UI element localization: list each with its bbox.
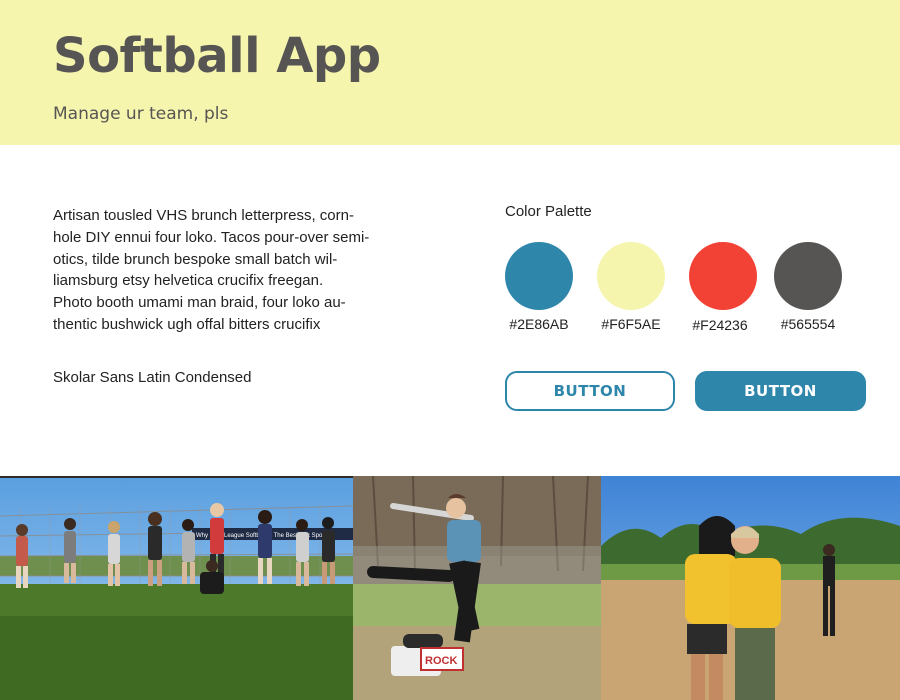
body-line: liamsburg etsy helvetica crucifix freega… <box>53 272 324 290</box>
outline-button[interactable]: BUTTON <box>505 371 675 411</box>
batter-photo: ROCK <box>353 476 601 700</box>
swatch-red <box>689 242 757 310</box>
filled-button[interactable]: BUTTON <box>695 371 866 411</box>
body-line: hole DIY ennui four loko. Tacos pour-ove… <box>53 228 370 246</box>
page-subtitle: Manage ur team, pls <box>53 104 229 124</box>
font-name-label: Skolar Sans Latin Condensed <box>53 369 252 386</box>
photo-strip: Why Beer League Softball Is The Best Rec… <box>0 476 900 700</box>
swatch-label-gray: #565554 <box>780 316 836 332</box>
hug-photo <box>601 476 900 700</box>
header: Softball App Manage ur team, pls <box>0 0 900 145</box>
body-line: otics, tilde brunch bespoke small batch … <box>53 250 338 268</box>
page-title: Softball App <box>53 28 381 84</box>
swatch-blue <box>505 242 573 310</box>
swatch-gray <box>774 242 842 310</box>
body-line: Artisan tousled VHS brunch letterpress, … <box>53 207 354 224</box>
color-palette-title: Color Palette <box>505 203 592 220</box>
body-text: Artisan tousled VHS brunch letterpress, … <box>53 205 388 336</box>
sign-text: ROCK <box>425 655 457 667</box>
body-line: Photo booth umami man braid, four loko a… <box>53 294 346 312</box>
team-photo: Why Beer League Softball Is The Best Rec… <box>0 476 353 700</box>
body-line: thentic bushwick ugh offal bitters cruci… <box>53 315 321 333</box>
swatch-yellow <box>597 242 665 310</box>
